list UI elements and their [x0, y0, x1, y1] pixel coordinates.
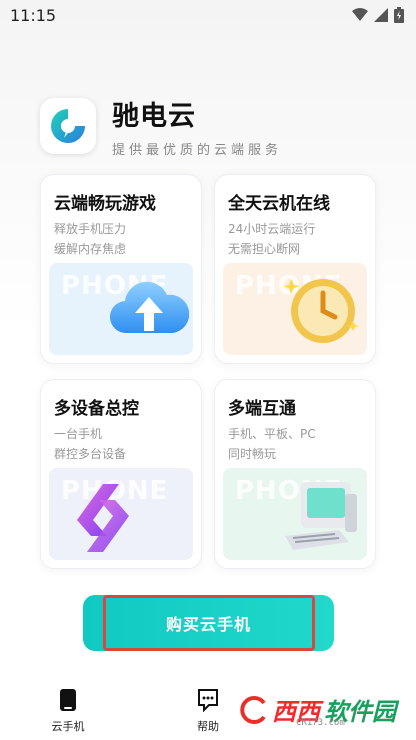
feature-card-cross-platform[interactable]: 多端互通 手机、平板、PC 同时畅玩 PHONE: [214, 379, 376, 569]
app-logo: [40, 98, 96, 154]
card-desc-line: 群控多台设备: [54, 447, 127, 461]
card-illustration: PHONE: [223, 263, 367, 355]
status-time: 11:15: [10, 5, 57, 25]
brand-header: 驰电云 提供最优质的云端服务: [40, 94, 282, 158]
battery-icon: [394, 7, 404, 23]
card-desc-line: 手机、平板、PC: [228, 427, 316, 441]
feature-card-always-online[interactable]: 全天云机在线 24小时云端运行 无需担心断网 PHONE: [214, 174, 376, 364]
status-bar: 11:15: [0, 0, 416, 30]
computer-icon: [285, 482, 357, 550]
nav-item-cloud-phone[interactable]: 云手机: [38, 688, 98, 734]
app-name: 驰电云: [112, 101, 196, 132]
card-desc-line: 释放手机压力: [54, 222, 127, 236]
app-slogan: 提供最优质的云端服务: [112, 143, 283, 158]
watermark-url: CR173.com: [296, 718, 345, 728]
cloud-upload-icon: [110, 281, 189, 334]
clock-icon: [283, 279, 359, 343]
card-desc: 释放手机压力 缓解内存焦虑: [54, 219, 126, 259]
card-title: 全天云机在线: [228, 194, 330, 214]
card-title: 多设备总控: [54, 399, 139, 419]
phone-icon: [60, 689, 76, 711]
lightning-logo-icon: [51, 109, 85, 143]
card-desc: 一台手机 群控多台设备: [54, 424, 126, 464]
buy-button-container: 购买云手机: [83, 595, 334, 651]
card-desc-line: 一台手机: [54, 427, 103, 441]
card-desc-line: 无需担心断网: [228, 242, 301, 256]
help-chat-icon: [198, 689, 218, 713]
feature-card-cloud-gaming[interactable]: 云端畅玩游戏 释放手机压力 缓解内存焦虑 PHONE: [40, 174, 202, 364]
card-illustration: PHONE: [223, 468, 367, 560]
watermark-logo-icon: [240, 695, 266, 724]
card-desc-line: 24小时云端运行: [228, 222, 316, 236]
status-icons: [352, 7, 404, 23]
buy-cloud-phone-button[interactable]: 购买云手机: [102, 595, 315, 651]
site-watermark: 西西 软件园 CR173.com: [238, 692, 396, 728]
card-desc-line: 缓解内存焦虑: [54, 242, 127, 256]
nav-label: 帮助: [197, 720, 219, 733]
feature-card-multi-device[interactable]: 多设备总控 一台手机 群控多台设备 PHONE: [40, 379, 202, 569]
card-title: 多端互通: [228, 399, 296, 419]
card-title: 云端畅玩游戏: [54, 194, 156, 214]
nav-label: 云手机: [51, 720, 85, 733]
sync-icon: [77, 484, 129, 552]
card-desc: 24小时云端运行 无需担心断网: [228, 219, 315, 259]
nav-item-help[interactable]: 帮助: [178, 688, 238, 734]
signal-icon: [374, 8, 388, 22]
wifi-icon: [352, 8, 368, 21]
card-illustration: PHONE: [49, 468, 193, 560]
card-desc-line: 同时畅玩: [228, 447, 277, 461]
card-desc: 手机、平板、PC 同时畅玩: [228, 424, 316, 464]
card-illustration: PHONE: [49, 263, 193, 355]
